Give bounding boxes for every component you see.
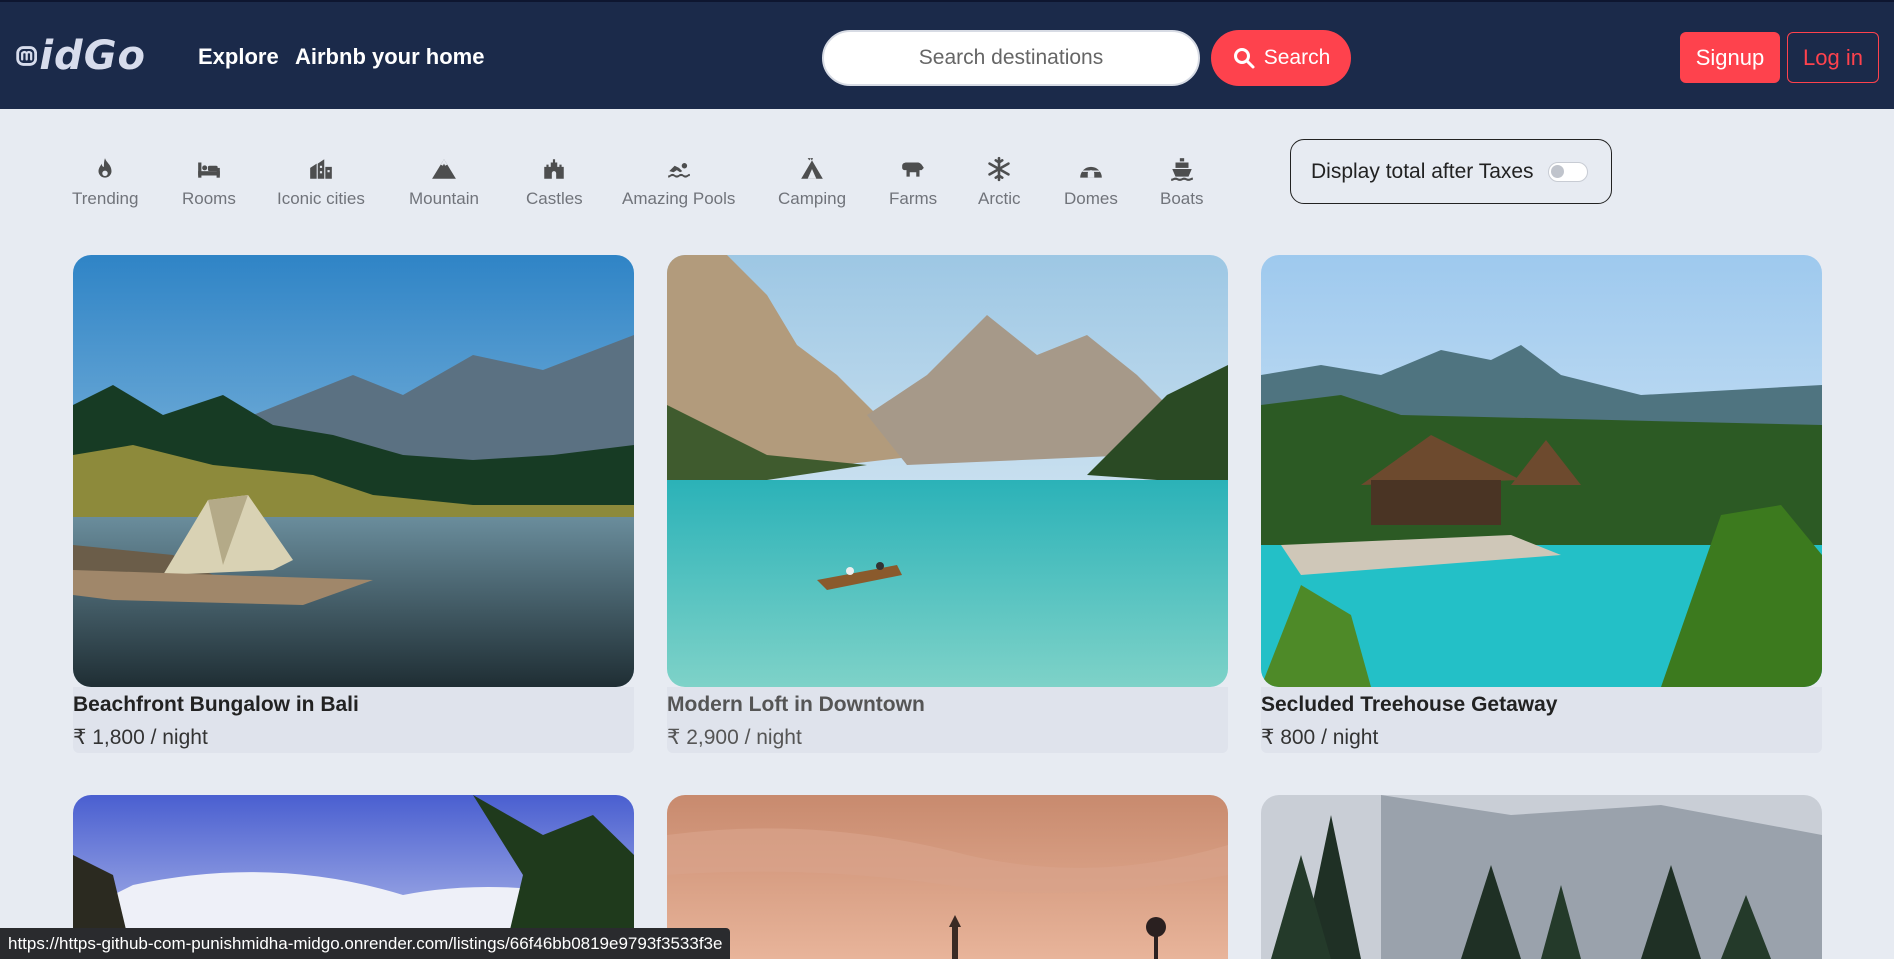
listing-title: Beachfront Bungalow in Bali xyxy=(73,693,359,716)
search-icon xyxy=(1233,48,1255,69)
login-button[interactable]: Log in xyxy=(1787,32,1879,83)
tent-icon xyxy=(799,156,825,182)
listing-info: Beachfront Bungalow in Bali ₹ 1,800 / ni… xyxy=(73,687,634,753)
filter-label: Amazing Pools xyxy=(622,189,736,208)
city-icon xyxy=(308,156,334,182)
filter-label: Arctic xyxy=(978,189,1021,208)
filter-label: Trending xyxy=(72,189,139,208)
listing-image[interactable] xyxy=(73,255,634,687)
filter-label: Mountain xyxy=(409,189,479,208)
filter-rooms[interactable]: Rooms xyxy=(182,156,236,209)
filter-amazing-pools[interactable]: Amazing Pools xyxy=(622,156,735,209)
filter-label: Castles xyxy=(526,189,583,208)
logo[interactable]: idGo xyxy=(16,32,146,80)
filter-label: Camping xyxy=(778,189,847,208)
filter-castles[interactable]: Castles xyxy=(526,156,583,209)
tax-toggle-label: Display total after Taxes xyxy=(1311,159,1534,183)
ship-icon xyxy=(1169,156,1195,182)
listing-image[interactable] xyxy=(1261,795,1822,959)
listing-price: ₹ 1,800 / night xyxy=(73,726,208,749)
nav-host-link[interactable]: Airbnb your home xyxy=(295,44,484,70)
filter-arctic[interactable]: Arctic xyxy=(978,156,1021,209)
listing-title: Modern Loft in Downtown xyxy=(667,693,925,716)
listing-card-6[interactable] xyxy=(1261,795,1822,959)
filter-farms[interactable]: Farms xyxy=(889,156,937,209)
mountain-icon xyxy=(431,156,457,182)
search-button[interactable]: Search xyxy=(1211,30,1351,86)
search-button-label: Search xyxy=(1263,46,1331,69)
listing-price: ₹ 2,900 / night xyxy=(667,726,802,749)
filter-trending[interactable]: Trending xyxy=(72,156,138,209)
search-input[interactable] xyxy=(822,30,1200,86)
logo-icon xyxy=(16,46,38,66)
filter-camping[interactable]: Camping xyxy=(778,156,846,209)
cow-icon xyxy=(900,156,926,182)
filter-iconic-cities[interactable]: Iconic cities xyxy=(277,156,365,209)
listing-title: Secluded Treehouse Getaway xyxy=(1261,693,1558,716)
status-bar-url: https://https-github-com-punishmidha-mid… xyxy=(0,928,731,959)
tax-toggle[interactable]: Display total after Taxes xyxy=(1290,139,1612,204)
snowflake-icon xyxy=(986,156,1012,182)
listing-card-5[interactable] xyxy=(667,795,1228,959)
listing-info: Secluded Treehouse Getaway ₹ 800 / night xyxy=(1261,687,1822,753)
listing-image[interactable] xyxy=(667,795,1228,959)
tax-switch[interactable] xyxy=(1547,161,1588,182)
filter-mountain[interactable]: Mountain xyxy=(409,156,479,209)
swimmer-icon xyxy=(666,156,692,182)
filter-label: Farms xyxy=(889,189,938,208)
signup-button[interactable]: Signup xyxy=(1680,32,1780,83)
listing-price: ₹ 800 / night xyxy=(1261,726,1379,749)
filter-boats[interactable]: Boats xyxy=(1160,156,1203,209)
bed-icon xyxy=(196,156,222,182)
fire-icon xyxy=(92,156,118,182)
logo-text: idGo xyxy=(39,33,146,79)
listing-card-3[interactable]: Secluded Treehouse Getaway ₹ 800 / night xyxy=(1261,255,1822,753)
castle-icon xyxy=(541,156,567,182)
filter-label: Rooms xyxy=(182,189,236,208)
igloo-icon xyxy=(1078,156,1104,182)
listing-image[interactable] xyxy=(1261,255,1822,687)
nav-explore-link[interactable]: Explore xyxy=(198,44,279,70)
listing-card-2[interactable]: Modern Loft in Downtown ₹ 2,900 / night xyxy=(667,255,1228,753)
listing-info: Modern Loft in Downtown ₹ 2,900 / night xyxy=(667,687,1228,753)
filter-domes[interactable]: Domes xyxy=(1064,156,1118,209)
filter-label: Iconic cities xyxy=(277,189,365,208)
switch-knob xyxy=(1550,164,1564,178)
filter-label: Boats xyxy=(1160,189,1204,208)
filter-label: Domes xyxy=(1064,189,1118,208)
navbar: idGo Explore Airbnb your home Search Sig… xyxy=(0,0,1894,109)
listing-card-1[interactable]: Beachfront Bungalow in Bali ₹ 1,800 / ni… xyxy=(73,255,634,753)
listing-image[interactable] xyxy=(667,255,1228,687)
